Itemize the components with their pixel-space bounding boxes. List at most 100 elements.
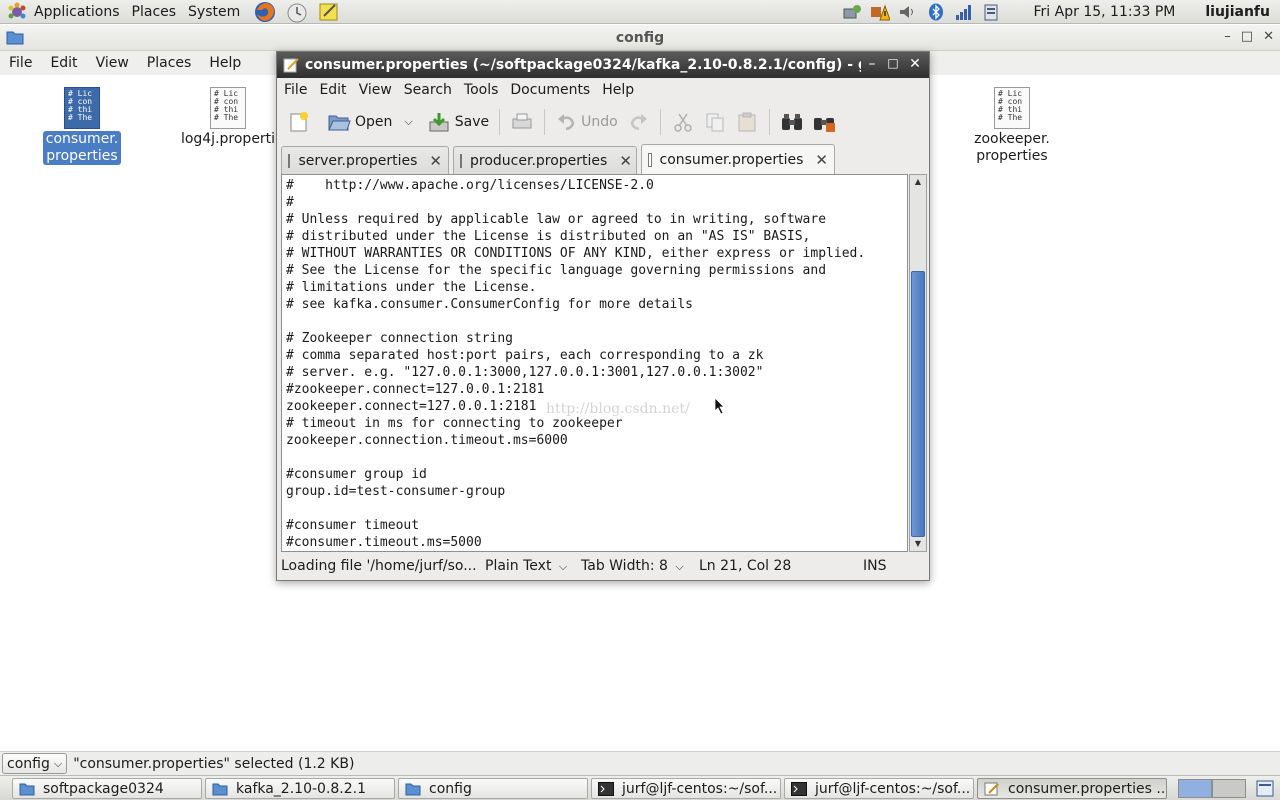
file-zookeeper-properties[interactable]: # Lic # con # thi # The zookeeper. prope… (972, 87, 1052, 165)
file-log4j-properties[interactable]: # Lic # con # thi # The log4j.properti (178, 87, 278, 148)
text-editor[interactable]: # http://www.apache.org/licenses/LICENSE… (281, 174, 908, 552)
maximize-icon[interactable]: □ (884, 56, 902, 70)
close-icon[interactable]: ✕ (1263, 29, 1274, 44)
redo-button[interactable] (622, 106, 654, 138)
tab-width-selector[interactable]: Tab Width: 8 ⌵ (581, 558, 684, 574)
location-label: config (7, 755, 50, 772)
undo-icon (555, 111, 579, 133)
document-icon (288, 153, 291, 168)
clock[interactable]: Fri Apr 15, 11:33 PM (1034, 4, 1176, 20)
close-icon[interactable]: ✕ (906, 56, 924, 72)
copy-icon (703, 111, 727, 133)
status-message: Loading file '/home/jurf/so... (281, 558, 477, 574)
task-gedit[interactable]: consumer.properties ... (977, 778, 1167, 799)
copy-button[interactable] (699, 106, 731, 138)
scroll-thumb[interactable] (911, 271, 925, 537)
tab-consumer-properties[interactable]: consumer.properties ✕ (641, 144, 835, 174)
selection-status: "consumer.properties" selected (1.2 KB) (73, 755, 355, 772)
save-label: Save (454, 114, 490, 130)
tab-server-properties[interactable]: server.properties ✕ (281, 146, 449, 174)
volume-icon[interactable] (897, 2, 919, 22)
menu-tools[interactable]: Tools (459, 82, 504, 98)
find-replace-button[interactable] (808, 106, 840, 138)
text-file-icon: # Lic # con # thi # The (210, 87, 246, 129)
save-button[interactable]: Save (423, 106, 493, 138)
language-selector[interactable]: Plain Text ⌵ (485, 558, 567, 574)
network-icon[interactable] (841, 2, 863, 22)
firefox-launcher-icon[interactable] (252, 1, 278, 23)
task-config[interactable]: config (398, 778, 588, 799)
text-editor-icon (984, 782, 1000, 796)
tab-producer-properties[interactable]: producer.properties ✕ (453, 146, 637, 174)
notes-launcher-icon[interactable] (316, 1, 342, 23)
menu-help[interactable]: Help (597, 82, 639, 98)
trash-icon[interactable] (1254, 779, 1276, 798)
undo-button[interactable]: Undo (551, 106, 622, 138)
menu-view[interactable]: View (354, 82, 397, 98)
evolution-launcher-icon[interactable] (284, 1, 310, 23)
chevron-down-icon[interactable]: ⌵ (404, 115, 412, 129)
vertical-scrollbar[interactable]: ▲ ▼ (909, 174, 927, 552)
editor-content[interactable]: # http://www.apache.org/licenses/LICENSE… (282, 175, 907, 551)
workspace-2[interactable] (1212, 779, 1246, 798)
close-tab-icon[interactable]: ✕ (815, 151, 828, 169)
menu-edit[interactable]: Edit (314, 82, 351, 98)
toolbar-separator (499, 109, 501, 135)
maximize-icon[interactable]: □ (1241, 29, 1253, 44)
applications-menu[interactable]: Applications (0, 0, 126, 24)
open-button[interactable]: Open ⌵ (323, 106, 417, 138)
fm-menu-view[interactable]: View (87, 55, 138, 71)
scroll-down-icon[interactable]: ▼ (910, 537, 926, 551)
paste-icon (735, 111, 759, 133)
menu-file[interactable]: File (279, 82, 312, 98)
workspace-1[interactable] (1178, 779, 1212, 798)
insert-mode: INS (863, 558, 887, 574)
top-panel: Applications Places System Fri Apr 15, 1… (0, 0, 1280, 24)
new-button[interactable] (283, 106, 315, 138)
fm-menu-edit[interactable]: Edit (41, 55, 86, 71)
update-warning-icon[interactable] (869, 2, 891, 22)
task-terminal-2[interactable]: jurf@ljf-centos:~/sof... (784, 778, 974, 799)
gedit-window: consumer.properties (~/softpackage0324/k… (276, 51, 930, 581)
bluetooth-icon[interactable] (925, 2, 947, 22)
undo-label: Undo (581, 114, 618, 130)
task-kafka[interactable]: kafka_2.10-0.8.2.1 (205, 778, 395, 799)
menu-search[interactable]: Search (399, 82, 457, 98)
text-file-icon: # Lic # con # thi # The (64, 87, 100, 129)
menu-documents[interactable]: Documents (505, 82, 595, 98)
print-icon (510, 111, 534, 133)
gedit-titlebar[interactable]: consumer.properties (~/softpackage0324/k… (277, 52, 929, 78)
folder-icon (19, 782, 35, 796)
fm-menu-file[interactable]: File (0, 55, 41, 71)
gedit-toolbar: Open ⌵ Save Undo (277, 102, 929, 142)
close-tab-icon[interactable]: ✕ (429, 152, 442, 170)
signal-icon[interactable] (953, 2, 975, 22)
binoculars-icon (780, 111, 804, 133)
user-menu[interactable]: liujianfu (1205, 4, 1270, 20)
terminal-icon (598, 781, 614, 796)
watermark: http://blog.csdn.net/ (546, 401, 690, 417)
file-consumer-properties[interactable]: # Lic # con # thi # The consumer. proper… (42, 87, 122, 165)
gedit-statusbar: Loading file '/home/jurf/so... Plain Tex… (277, 554, 929, 580)
clipboard-icon[interactable] (981, 2, 1003, 22)
find-button[interactable] (776, 106, 808, 138)
fm-menu-places[interactable]: Places (138, 55, 201, 71)
location-combo[interactable]: config ⌵ (2, 753, 68, 774)
cut-button[interactable] (667, 106, 699, 138)
print-button[interactable] (506, 106, 538, 138)
minimize-icon[interactable]: – (1224, 29, 1231, 44)
fm-menu-help[interactable]: Help (200, 55, 250, 71)
places-label: Places (131, 3, 177, 20)
paste-button[interactable] (731, 106, 763, 138)
toolbar-separator (768, 109, 770, 135)
places-menu[interactable]: Places (126, 0, 183, 24)
minimize-icon[interactable]: – (863, 56, 881, 72)
scroll-up-icon[interactable]: ▲ (910, 175, 926, 189)
new-document-icon (287, 111, 311, 133)
system-menu[interactable]: System (182, 0, 246, 24)
task-softpackage0324[interactable]: softpackage0324 (12, 778, 202, 799)
file-manager-statusbar: config ⌵ "consumer.properties" selected … (0, 751, 1280, 775)
file-manager-titlebar[interactable]: config – □ ✕ (0, 25, 1280, 51)
close-tab-icon[interactable]: ✕ (619, 152, 632, 170)
task-terminal-1[interactable]: jurf@ljf-centos:~/sof... (591, 778, 781, 799)
